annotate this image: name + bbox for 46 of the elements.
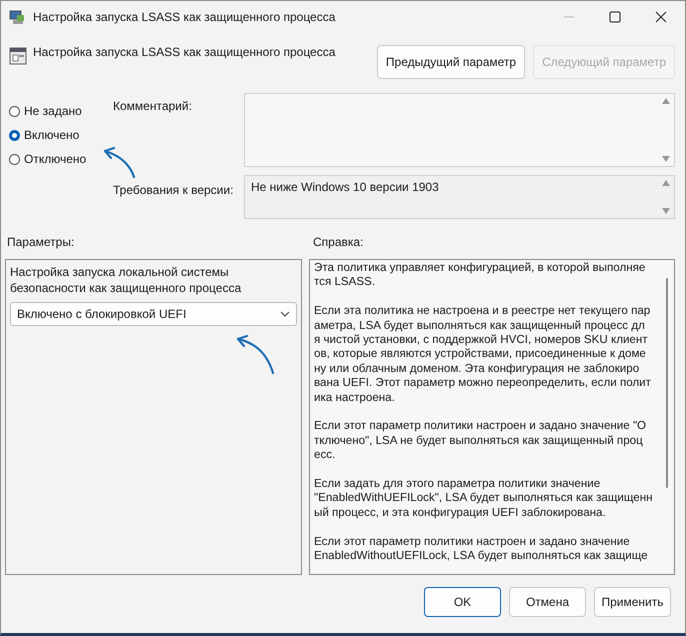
help-text-line: EnabledWithoutUEFILock, LSA будет выполняться как защище [314,549,649,564]
option-description: Настройка запуска локальной системы безопасности как защищенного процесса [10,264,242,296]
radio-option[interactable]: Не задано [9,104,113,118]
help-text-line: вана UEFI. Этот параметр можно переопределить, если полит [314,376,652,391]
scroll-up-icon[interactable] [662,180,670,186]
ok-button[interactable]: OK [424,587,501,617]
help-text-line: Если задать для этого параметра политики значение [314,477,602,492]
previous-setting-button[interactable]: Предыдущий параметр [376,45,526,79]
help-text-line: Если этот параметр политики настроен и задано значение [314,534,631,550]
close-icon[interactable] [655,11,667,23]
scroll-down-icon[interactable] [662,156,670,162]
arrow-annotation [104,146,136,178]
arrow-annotation [236,334,274,374]
requirements-label: Требования к версии: [113,182,234,199]
help-label: Справка: [313,235,364,251]
help-text-line: есс. [314,448,336,463]
help-text-line: Если эта политика не настроена и в реестре нет текущего пар [314,304,652,319]
help-text-line: тся LSASS. [314,275,376,290]
help-text-line: ну или облачным доменом. Эта конфигурация не заблокиро [314,362,640,376]
scroll-up-icon[interactable] [662,98,670,104]
policy-title: Настройка запуска LSASS как защищенного процесса [33,45,336,59]
radio-option[interactable]: Отключено [9,152,113,166]
help-text-line: "EnabledWithUEFILock", LSA будет выполняться как защищенн [314,491,654,506]
help-text-line: Если этот параметр политики настроен и задано значение "О [314,419,648,434]
settings-page-icon [9,47,27,65]
maximize-icon[interactable] [609,11,621,23]
help-text-line: ика настроена. [314,390,396,406]
help-text-line: ый процесс, и эта конфигурация UEFI заблокирована. [314,506,607,520]
comment-label: Комментарий: [113,98,193,115]
options-label: Параметры: [7,235,76,251]
help-text-line: я чистой установки, с поддержкой HVCI, номеров SKU клиент [314,333,649,348]
radio-option[interactable]: Включено [9,128,113,142]
mode-dropdown[interactable]: Включено с блокировкой UEFI [10,302,297,326]
help-text-line: ов, которые являются устройствами, присоединенные к доме [314,347,647,362]
apply-button[interactable]: Применить [594,587,671,617]
requirements-field: Не ниже Windows 10 версии 1903 [244,175,675,219]
comment-field[interactable] [244,93,675,167]
cancel-button[interactable]: Отмена [509,587,586,617]
chevron-down-icon [280,311,290,317]
window-title: Настройка запуска LSASS как защищенного процесса [33,10,336,24]
scroll-down-icon[interactable] [662,208,670,214]
computer-icon [9,9,25,25]
help-text-line: тключено", LSA не будет выполняться как защищенный проц [314,434,644,448]
help-text-line: аметра, LSA будет выполняться как защищенный процесс дл [314,318,646,334]
scrollbar-thumb[interactable] [666,278,668,488]
help-text-line: Эта политика управляет конфигурацией, в которой выполняе [314,261,646,276]
